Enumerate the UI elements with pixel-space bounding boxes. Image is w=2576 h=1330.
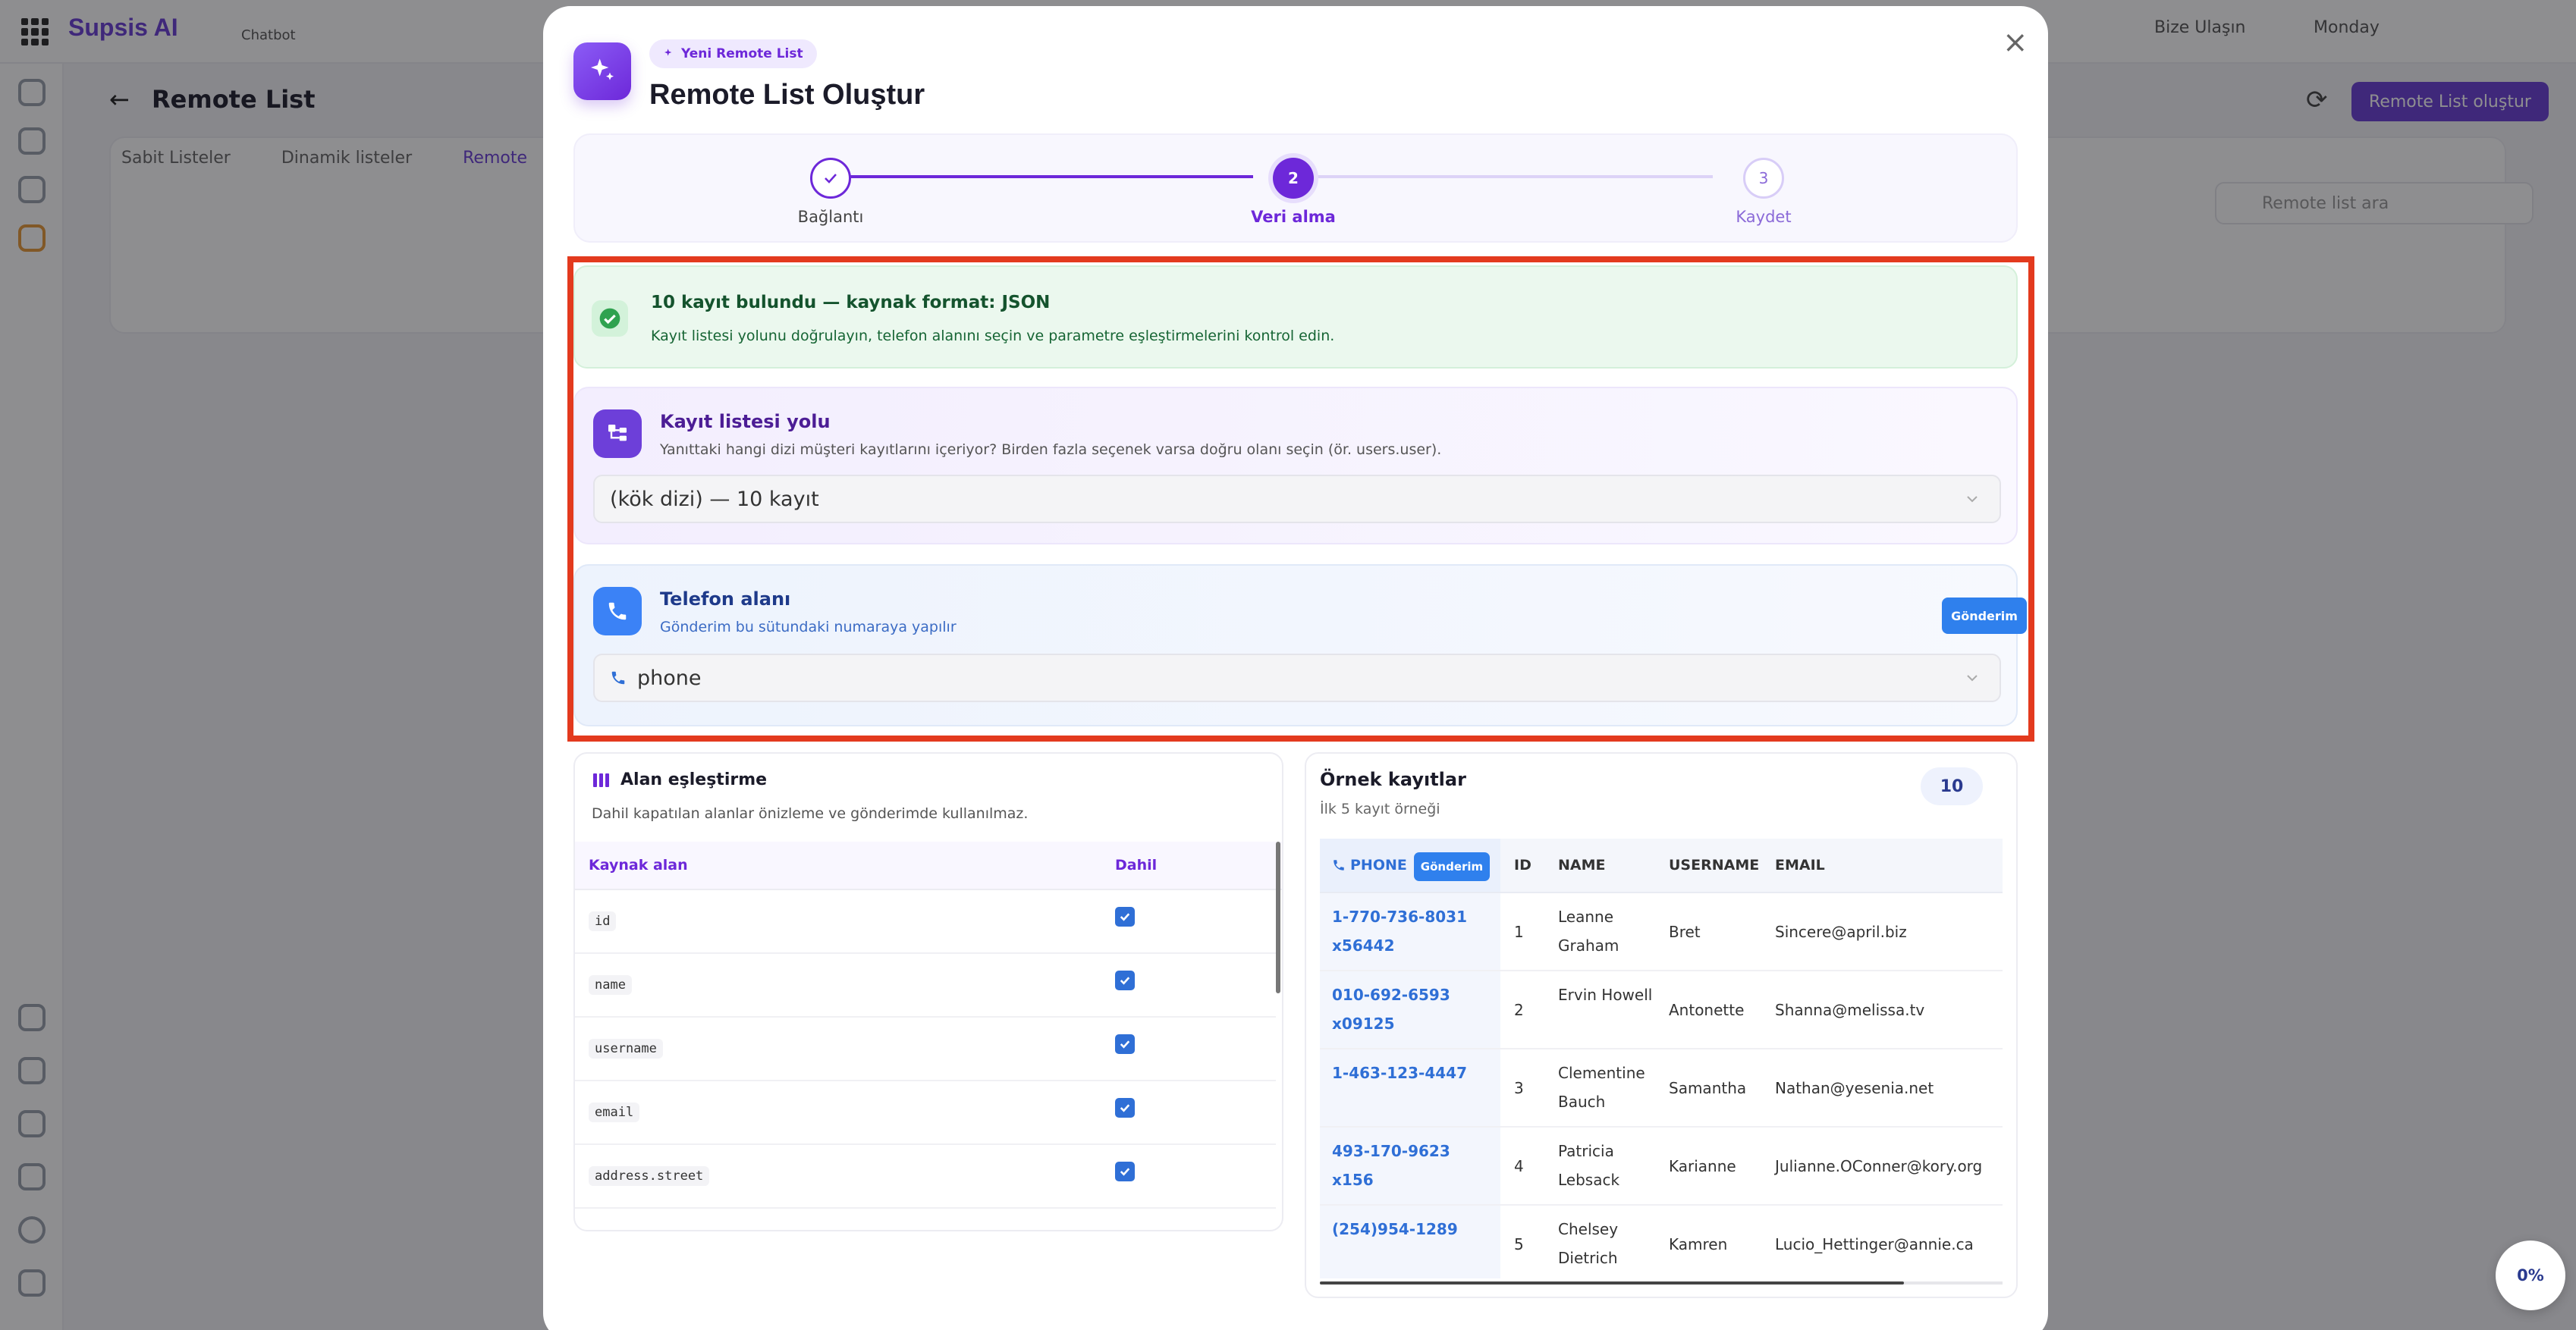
samples-count-badge: 10 <box>1921 767 1983 805</box>
include-checkbox[interactable] <box>1115 1162 1135 1181</box>
samples-scroll-track <box>1320 1281 2003 1285</box>
samples-title: Örnek kayıtlar <box>1320 769 1466 790</box>
table-row: email <box>575 1081 1276 1145</box>
username-cell: Bret <box>1669 923 1701 941</box>
mapping-title-text: Alan eşleştirme <box>620 770 768 789</box>
step-connector-done <box>843 175 1253 178</box>
new-badge-label: Yeni Remote List <box>681 46 803 61</box>
table-row: (254)954-1289 5 Chelsey Dietrich Kamren Luci… <box>1320 1206 2003 1278</box>
new-badge: Yeni Remote List <box>649 39 817 68</box>
phone-cell: 493-170-9623 x156 <box>1332 1142 1450 1189</box>
email-cell: Nathan@yesenia.net <box>1775 1079 1934 1097</box>
id-cell: 1 <box>1514 923 1524 941</box>
step-1-label: Bağlantı <box>797 208 864 226</box>
step-3-label: Kaydet <box>1736 208 1792 226</box>
username-cell: Karianne <box>1669 1157 1736 1175</box>
step-2-indicator[interactable]: 2 <box>1273 158 1314 199</box>
name-cell: Clementine Bauch <box>1558 1064 1645 1111</box>
phone-cell: 1-770-736-8031 x56442 <box>1332 908 1467 955</box>
email-cell: Sincere@april.biz <box>1775 923 1907 941</box>
samples-subtitle: İlk 5 kayıt örneği <box>1320 801 1440 817</box>
table-row: 1-770-736-8031 x56442 1 Leanne Graham Bret S… <box>1320 893 2003 971</box>
table-row: 493-170-9623 x156 4 Patricia Lebsack Karian… <box>1320 1128 2003 1206</box>
source-field-name: username <box>589 1039 663 1059</box>
table-row: 010-692-6593 x09125 2 Ervin Howell Antonett… <box>1320 971 2003 1049</box>
source-field-name: name <box>589 975 632 995</box>
col-name: NAME <box>1558 857 1606 874</box>
step-2-label: Veri alma <box>1251 208 1336 226</box>
progress-indicator[interactable]: 0% <box>2496 1241 2565 1310</box>
include-checkbox[interactable] <box>1115 971 1135 990</box>
create-remote-list-modal: × Yeni Remote List Remote List Oluştur B… <box>543 6 2048 1330</box>
step-connector-pending <box>1296 175 1713 178</box>
table-row: username <box>575 1018 1276 1081</box>
include-checkbox[interactable] <box>1115 1098 1135 1118</box>
mapping-table-header: Kaynak alan Dahil <box>575 842 1282 890</box>
mapping-title: Alan eşleştirme <box>593 770 767 789</box>
samples-table: PHONE Gönderim ID NAME USERNAME EMAIL 1-… <box>1320 839 2003 1278</box>
field-mapping-panel: Alan eşleştirme Dahil kapatılan alanlar … <box>573 752 1283 1231</box>
col-include: Dahil <box>1115 857 1158 874</box>
sample-records-panel: Örnek kayıtlar İlk 5 kayıt örneği 10 PHO… <box>1305 752 2018 1298</box>
phone-cell: 010-692-6593 x09125 <box>1332 986 1450 1033</box>
sparkles-icon <box>573 42 631 100</box>
username-cell: Samantha <box>1669 1079 1747 1097</box>
source-field-name: address.street <box>589 1166 710 1186</box>
id-cell: 2 <box>1514 1001 1524 1019</box>
step-3-indicator[interactable]: 3 <box>1743 158 1784 199</box>
id-cell: 3 <box>1514 1079 1524 1097</box>
include-checkbox[interactable] <box>1115 907 1135 927</box>
samples-table-header: PHONE Gönderim ID NAME USERNAME EMAIL <box>1320 839 2003 893</box>
phone-gonderim-badge: Gönderim <box>1414 852 1490 881</box>
table-row: name <box>575 954 1276 1018</box>
name-cell: Patricia Lebsack <box>1558 1142 1620 1189</box>
col-phone: PHONE <box>1332 857 1407 874</box>
wizard-stepper: Bağlantı 2 Veri alma 3 Kaydet <box>573 133 2018 243</box>
step-1-check-icon[interactable] <box>810 158 851 199</box>
name-cell: Leanne Graham <box>1558 908 1619 955</box>
name-cell: Ervin Howell <box>1558 986 1653 1004</box>
source-field-name: email <box>589 1103 640 1122</box>
mapping-description: Dahil kapatılan alanlar önizleme ve gönd… <box>592 805 1029 822</box>
table-row: id <box>575 890 1276 954</box>
id-cell: 4 <box>1514 1157 1524 1175</box>
email-cell: Lucio_Hettinger@annie.ca <box>1775 1235 1974 1253</box>
col-source-field: Kaynak alan <box>589 857 688 874</box>
close-icon[interactable]: × <box>2003 27 2028 58</box>
sparkles-small-icon <box>664 49 672 56</box>
source-field-name: id <box>589 911 617 931</box>
phone-cell: 1-463-123-4447 <box>1332 1064 1467 1082</box>
table-row: address.street <box>575 1145 1276 1209</box>
id-cell: 5 <box>1514 1235 1524 1253</box>
name-cell: Chelsey Dietrich <box>1558 1220 1619 1267</box>
highlight-frame <box>567 256 2034 742</box>
phone-small-icon <box>1334 860 1344 870</box>
email-cell: Shanna@melissa.tv <box>1775 1001 1925 1019</box>
col-email: EMAIL <box>1775 857 1825 874</box>
table-row: 1-463-123-4447 3 Clementine Bauch Samantha N… <box>1320 1049 2003 1128</box>
username-cell: Antonette <box>1669 1001 1745 1019</box>
username-cell: Kamren <box>1669 1235 1728 1253</box>
columns-icon <box>593 773 609 787</box>
phone-cell: (254)954-1289 <box>1332 1220 1458 1238</box>
email-cell: Julianne.OConner@kory.org <box>1775 1157 1983 1175</box>
include-checkbox[interactable] <box>1115 1034 1135 1054</box>
samples-scrollbar[interactable] <box>1320 1281 1904 1285</box>
modal-title: Remote List Oluştur <box>649 79 925 111</box>
col-id: ID <box>1514 857 1531 874</box>
col-phone-label: PHONE <box>1350 857 1407 874</box>
mapping-scrollbar[interactable] <box>1276 842 1280 993</box>
col-username: USERNAME <box>1669 857 1760 874</box>
